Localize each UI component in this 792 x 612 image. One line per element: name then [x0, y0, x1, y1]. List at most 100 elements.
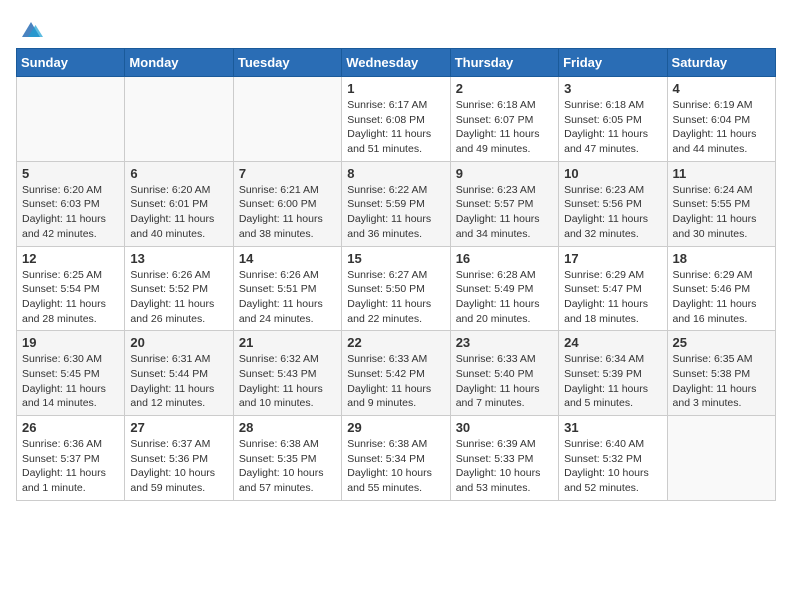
day-number: 19: [22, 335, 119, 350]
day-info: Sunrise: 6:38 AM Sunset: 5:34 PM Dayligh…: [347, 437, 444, 496]
day-info: Sunrise: 6:29 AM Sunset: 5:47 PM Dayligh…: [564, 268, 661, 327]
day-number: 15: [347, 251, 444, 266]
day-number: 20: [130, 335, 227, 350]
calendar-cell: 18 Sunrise: 6:29 AM Sunset: 5:46 PM Dayli…: [667, 246, 775, 331]
day-info: Sunrise: 6:18 AM Sunset: 6:07 PM Dayligh…: [456, 98, 553, 157]
calendar-cell: 20 Sunrise: 6:31 AM Sunset: 5:44 PM Dayli…: [125, 331, 233, 416]
day-number: 3: [564, 81, 661, 96]
day-number: 1: [347, 81, 444, 96]
day-info: Sunrise: 6:30 AM Sunset: 5:45 PM Dayligh…: [22, 352, 119, 411]
day-number: 4: [673, 81, 770, 96]
day-info: Sunrise: 6:36 AM Sunset: 5:37 PM Dayligh…: [22, 437, 119, 496]
weekday-header: Saturday: [667, 49, 775, 77]
day-info: Sunrise: 6:23 AM Sunset: 5:56 PM Dayligh…: [564, 183, 661, 242]
calendar-cell: 13 Sunrise: 6:26 AM Sunset: 5:52 PM Dayli…: [125, 246, 233, 331]
day-number: 26: [22, 420, 119, 435]
day-number: 17: [564, 251, 661, 266]
day-info: Sunrise: 6:28 AM Sunset: 5:49 PM Dayligh…: [456, 268, 553, 327]
day-info: Sunrise: 6:40 AM Sunset: 5:32 PM Dayligh…: [564, 437, 661, 496]
calendar-cell: 7Sunrise: 6:21 AM Sunset: 6:00 PM Daylig…: [233, 161, 341, 246]
calendar-cell: 11 Sunrise: 6:24 AM Sunset: 5:55 PM Dayli…: [667, 161, 775, 246]
calendar-cell: 17 Sunrise: 6:29 AM Sunset: 5:47 PM Dayli…: [559, 246, 667, 331]
calendar-cell: 28 Sunrise: 6:38 AM Sunset: 5:35 PM Dayli…: [233, 416, 341, 501]
logo: [16, 16, 50, 40]
calendar-cell: 9Sunrise: 6:23 AM Sunset: 5:57 PM Daylig…: [450, 161, 558, 246]
calendar-cell: 21 Sunrise: 6:32 AM Sunset: 5:43 PM Dayli…: [233, 331, 341, 416]
day-info: Sunrise: 6:18 AM Sunset: 6:05 PM Dayligh…: [564, 98, 661, 157]
calendar-cell: [125, 77, 233, 162]
day-number: 29: [347, 420, 444, 435]
weekday-header-row: SundayMondayTuesdayWednesdayThursdayFrid…: [17, 49, 776, 77]
calendar-week-row: 19 Sunrise: 6:30 AM Sunset: 5:45 PM Dayli…: [17, 331, 776, 416]
day-number: 27: [130, 420, 227, 435]
day-info: Sunrise: 6:24 AM Sunset: 5:55 PM Dayligh…: [673, 183, 770, 242]
calendar-cell: 16 Sunrise: 6:28 AM Sunset: 5:49 PM Dayli…: [450, 246, 558, 331]
day-info: Sunrise: 6:23 AM Sunset: 5:57 PM Dayligh…: [456, 183, 553, 242]
weekday-header: Thursday: [450, 49, 558, 77]
calendar-week-row: 26 Sunrise: 6:36 AM Sunset: 5:37 PM Dayli…: [17, 416, 776, 501]
day-info: Sunrise: 6:22 AM Sunset: 5:59 PM Dayligh…: [347, 183, 444, 242]
calendar-cell: 24 Sunrise: 6:34 AM Sunset: 5:39 PM Dayli…: [559, 331, 667, 416]
day-number: 24: [564, 335, 661, 350]
calendar-cell: 2 Sunrise: 6:18 AM Sunset: 6:07 PM Daylig…: [450, 77, 558, 162]
day-info: Sunrise: 6:21 AM Sunset: 6:00 PM Dayligh…: [239, 183, 336, 242]
day-number: 16: [456, 251, 553, 266]
day-info: Sunrise: 6:33 AM Sunset: 5:42 PM Dayligh…: [347, 352, 444, 411]
day-number: 18: [673, 251, 770, 266]
day-info: Sunrise: 6:38 AM Sunset: 5:35 PM Dayligh…: [239, 437, 336, 496]
day-info: Sunrise: 6:34 AM Sunset: 5:39 PM Dayligh…: [564, 352, 661, 411]
calendar-cell: 31 Sunrise: 6:40 AM Sunset: 5:32 PM Dayli…: [559, 416, 667, 501]
calendar-week-row: 1Sunrise: 6:17 AM Sunset: 6:08 PM Daylig…: [17, 77, 776, 162]
day-info: Sunrise: 6:27 AM Sunset: 5:50 PM Dayligh…: [347, 268, 444, 327]
day-info: Sunrise: 6:26 AM Sunset: 5:52 PM Dayligh…: [130, 268, 227, 327]
calendar-cell: 8Sunrise: 6:22 AM Sunset: 5:59 PM Daylig…: [342, 161, 450, 246]
day-number: 13: [130, 251, 227, 266]
calendar-cell: 25Sunrise: 6:35 AM Sunset: 5:38 PM Dayli…: [667, 331, 775, 416]
weekday-header: Friday: [559, 49, 667, 77]
page-header: [16, 16, 776, 40]
calendar-cell: 5 Sunrise: 6:20 AM Sunset: 6:03 PM Daylig…: [17, 161, 125, 246]
day-number: 12: [22, 251, 119, 266]
calendar-cell: 19 Sunrise: 6:30 AM Sunset: 5:45 PM Dayli…: [17, 331, 125, 416]
day-info: Sunrise: 6:26 AM Sunset: 5:51 PM Dayligh…: [239, 268, 336, 327]
calendar-table: SundayMondayTuesdayWednesdayThursdayFrid…: [16, 48, 776, 501]
calendar-cell: [233, 77, 341, 162]
day-number: 31: [564, 420, 661, 435]
day-info: Sunrise: 6:20 AM Sunset: 6:01 PM Dayligh…: [130, 183, 227, 242]
day-info: Sunrise: 6:33 AM Sunset: 5:40 PM Dayligh…: [456, 352, 553, 411]
weekday-header: Wednesday: [342, 49, 450, 77]
calendar-week-row: 5 Sunrise: 6:20 AM Sunset: 6:03 PM Daylig…: [17, 161, 776, 246]
weekday-header: Monday: [125, 49, 233, 77]
calendar-cell: [667, 416, 775, 501]
weekday-header: Sunday: [17, 49, 125, 77]
day-number: 21: [239, 335, 336, 350]
day-info: Sunrise: 6:32 AM Sunset: 5:43 PM Dayligh…: [239, 352, 336, 411]
calendar-cell: 29 Sunrise: 6:38 AM Sunset: 5:34 PM Dayli…: [342, 416, 450, 501]
calendar-cell: 4Sunrise: 6:19 AM Sunset: 6:04 PM Daylig…: [667, 77, 775, 162]
day-number: 22: [347, 335, 444, 350]
calendar-cell: 3 Sunrise: 6:18 AM Sunset: 6:05 PM Daylig…: [559, 77, 667, 162]
weekday-header: Tuesday: [233, 49, 341, 77]
day-info: Sunrise: 6:37 AM Sunset: 5:36 PM Dayligh…: [130, 437, 227, 496]
day-number: 6: [130, 166, 227, 181]
day-number: 23: [456, 335, 553, 350]
day-number: 25: [673, 335, 770, 350]
day-info: Sunrise: 6:29 AM Sunset: 5:46 PM Dayligh…: [673, 268, 770, 327]
calendar-cell: 1Sunrise: 6:17 AM Sunset: 6:08 PM Daylig…: [342, 77, 450, 162]
day-number: 5: [22, 166, 119, 181]
day-number: 30: [456, 420, 553, 435]
day-info: Sunrise: 6:39 AM Sunset: 5:33 PM Dayligh…: [456, 437, 553, 496]
day-info: Sunrise: 6:25 AM Sunset: 5:54 PM Dayligh…: [22, 268, 119, 327]
calendar-cell: [17, 77, 125, 162]
day-info: Sunrise: 6:20 AM Sunset: 6:03 PM Dayligh…: [22, 183, 119, 242]
calendar-cell: 23 Sunrise: 6:33 AM Sunset: 5:40 PM Dayli…: [450, 331, 558, 416]
day-info: Sunrise: 6:31 AM Sunset: 5:44 PM Dayligh…: [130, 352, 227, 411]
day-number: 28: [239, 420, 336, 435]
day-number: 10: [564, 166, 661, 181]
calendar-cell: 22 Sunrise: 6:33 AM Sunset: 5:42 PM Dayli…: [342, 331, 450, 416]
calendar-cell: 10 Sunrise: 6:23 AM Sunset: 5:56 PM Dayli…: [559, 161, 667, 246]
day-number: 2: [456, 81, 553, 96]
day-number: 11: [673, 166, 770, 181]
calendar-cell: 15 Sunrise: 6:27 AM Sunset: 5:50 PM Dayli…: [342, 246, 450, 331]
calendar-cell: 14Sunrise: 6:26 AM Sunset: 5:51 PM Dayli…: [233, 246, 341, 331]
